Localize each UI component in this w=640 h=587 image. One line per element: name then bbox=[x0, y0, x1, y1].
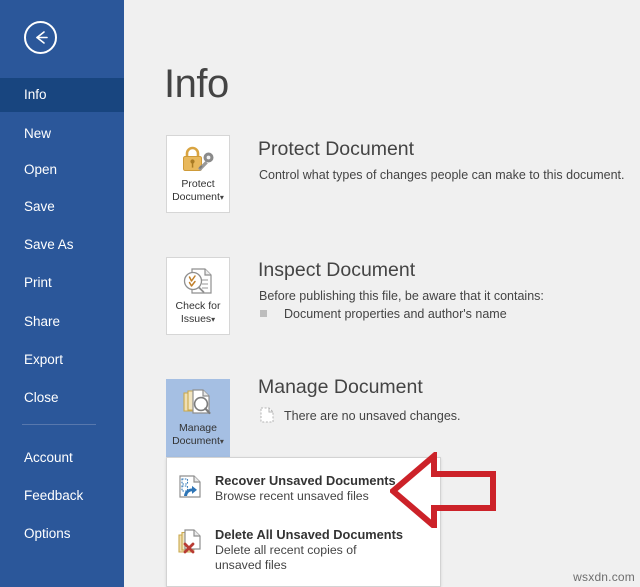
sidebar-item-print[interactable]: Print bbox=[0, 266, 124, 300]
sidebar-item-share[interactable]: Share bbox=[0, 305, 124, 339]
sidebar-item-label: Options bbox=[24, 526, 71, 541]
sidebar-item-feedback[interactable]: Feedback bbox=[0, 479, 124, 513]
word-backstage-info-screen: Info New Open Save Save As Print Share E… bbox=[0, 0, 640, 587]
sidebar-item-new[interactable]: New bbox=[0, 117, 124, 151]
sidebar-item-label: Account bbox=[24, 450, 73, 465]
sidebar-item-label: New bbox=[24, 126, 52, 141]
menu-item-title: Delete All Unsaved Documents bbox=[215, 527, 403, 542]
recover-unsaved-icon bbox=[167, 466, 215, 507]
back-arrow-icon[interactable] bbox=[24, 21, 57, 54]
check-for-issues-button[interactable]: Check for Issues▾ bbox=[166, 257, 230, 335]
sidebar-item-info[interactable]: Info bbox=[0, 78, 124, 112]
tile-label-line2: Document bbox=[172, 435, 220, 447]
sidebar-item-label: Export bbox=[24, 352, 64, 367]
documents-magnifier-icon bbox=[167, 380, 229, 420]
menu-item-title: Recover Unsaved Documents bbox=[215, 473, 396, 488]
sidebar-item-label: Share bbox=[24, 314, 61, 329]
bullet-text: Document properties and author's name bbox=[284, 307, 507, 321]
tile-label-line2: Issues bbox=[180, 313, 212, 325]
manage-document-status: There are no unsaved changes. bbox=[260, 407, 461, 426]
chevron-down-icon[interactable]: ▾ bbox=[211, 315, 215, 324]
inspect-document-heading: Inspect Document bbox=[258, 259, 416, 281]
menu-item-subtitle-line2: unsaved files bbox=[215, 558, 287, 572]
menu-item-delete-all-unsaved-documents[interactable]: Delete All Unsaved Documents Delete all … bbox=[167, 520, 440, 573]
protect-document-description: Control what types of changes people can… bbox=[259, 168, 625, 182]
protect-document-button[interactable]: Protect Document▾ bbox=[166, 135, 230, 213]
dashed-document-icon bbox=[260, 407, 274, 426]
sidebar-item-label: Close bbox=[24, 390, 59, 405]
page-title: Info bbox=[164, 62, 229, 106]
document-magnifier-check-icon bbox=[167, 258, 229, 298]
bullet-square-icon bbox=[260, 310, 267, 317]
manage-document-button[interactable]: Manage Document▾ bbox=[166, 379, 230, 457]
tile-label-line1: Protect bbox=[181, 178, 215, 190]
protect-document-heading: Protect Document bbox=[258, 138, 415, 160]
menu-item-recover-unsaved-documents[interactable]: Recover Unsaved Documents Browse recent … bbox=[167, 466, 440, 507]
backstage-sidebar: Info New Open Save Save As Print Share E… bbox=[0, 0, 124, 587]
sidebar-item-account[interactable]: Account bbox=[0, 441, 124, 475]
sidebar-item-save[interactable]: Save bbox=[0, 190, 124, 224]
watermark: wsxdn.com bbox=[573, 570, 635, 584]
tile-label-line1: Check for bbox=[175, 300, 221, 312]
sidebar-item-open[interactable]: Open bbox=[0, 153, 124, 187]
sidebar-item-options[interactable]: Options bbox=[0, 517, 124, 551]
delete-unsaved-icon bbox=[167, 520, 215, 573]
tile-label-line1: Manage bbox=[179, 422, 217, 434]
sidebar-item-save-as[interactable]: Save As bbox=[0, 228, 124, 262]
manage-document-status-text: There are no unsaved changes. bbox=[284, 409, 461, 423]
sidebar-item-close[interactable]: Close bbox=[0, 381, 124, 415]
sidebar-item-label: Feedback bbox=[24, 488, 84, 503]
backstage-main-panel: Info Protect Document▾ Protect Document … bbox=[124, 0, 640, 587]
chevron-down-icon[interactable]: ▾ bbox=[220, 193, 224, 202]
chevron-down-icon[interactable]: ▾ bbox=[220, 437, 224, 446]
sidebar-item-label: Open bbox=[24, 162, 58, 177]
tile-label-line2: Document bbox=[172, 191, 220, 203]
inspect-document-description: Before publishing this file, be aware th… bbox=[259, 289, 544, 303]
menu-item-subtitle: Browse recent unsaved files bbox=[215, 489, 369, 503]
sidebar-item-export[interactable]: Export bbox=[0, 343, 124, 377]
sidebar-item-label: Print bbox=[24, 275, 52, 290]
manage-document-heading: Manage Document bbox=[258, 376, 423, 398]
manage-document-dropdown-menu: Recover Unsaved Documents Browse recent … bbox=[166, 457, 441, 587]
sidebar-divider bbox=[22, 424, 96, 425]
inspect-document-bullet: Document properties and author's name bbox=[260, 307, 507, 321]
sidebar-item-label: Save As bbox=[24, 237, 74, 252]
lock-key-icon bbox=[167, 136, 229, 176]
menu-item-subtitle-line1: Delete all recent copies of bbox=[215, 543, 357, 557]
sidebar-item-label: Info bbox=[24, 87, 47, 102]
sidebar-item-label: Save bbox=[24, 199, 55, 214]
